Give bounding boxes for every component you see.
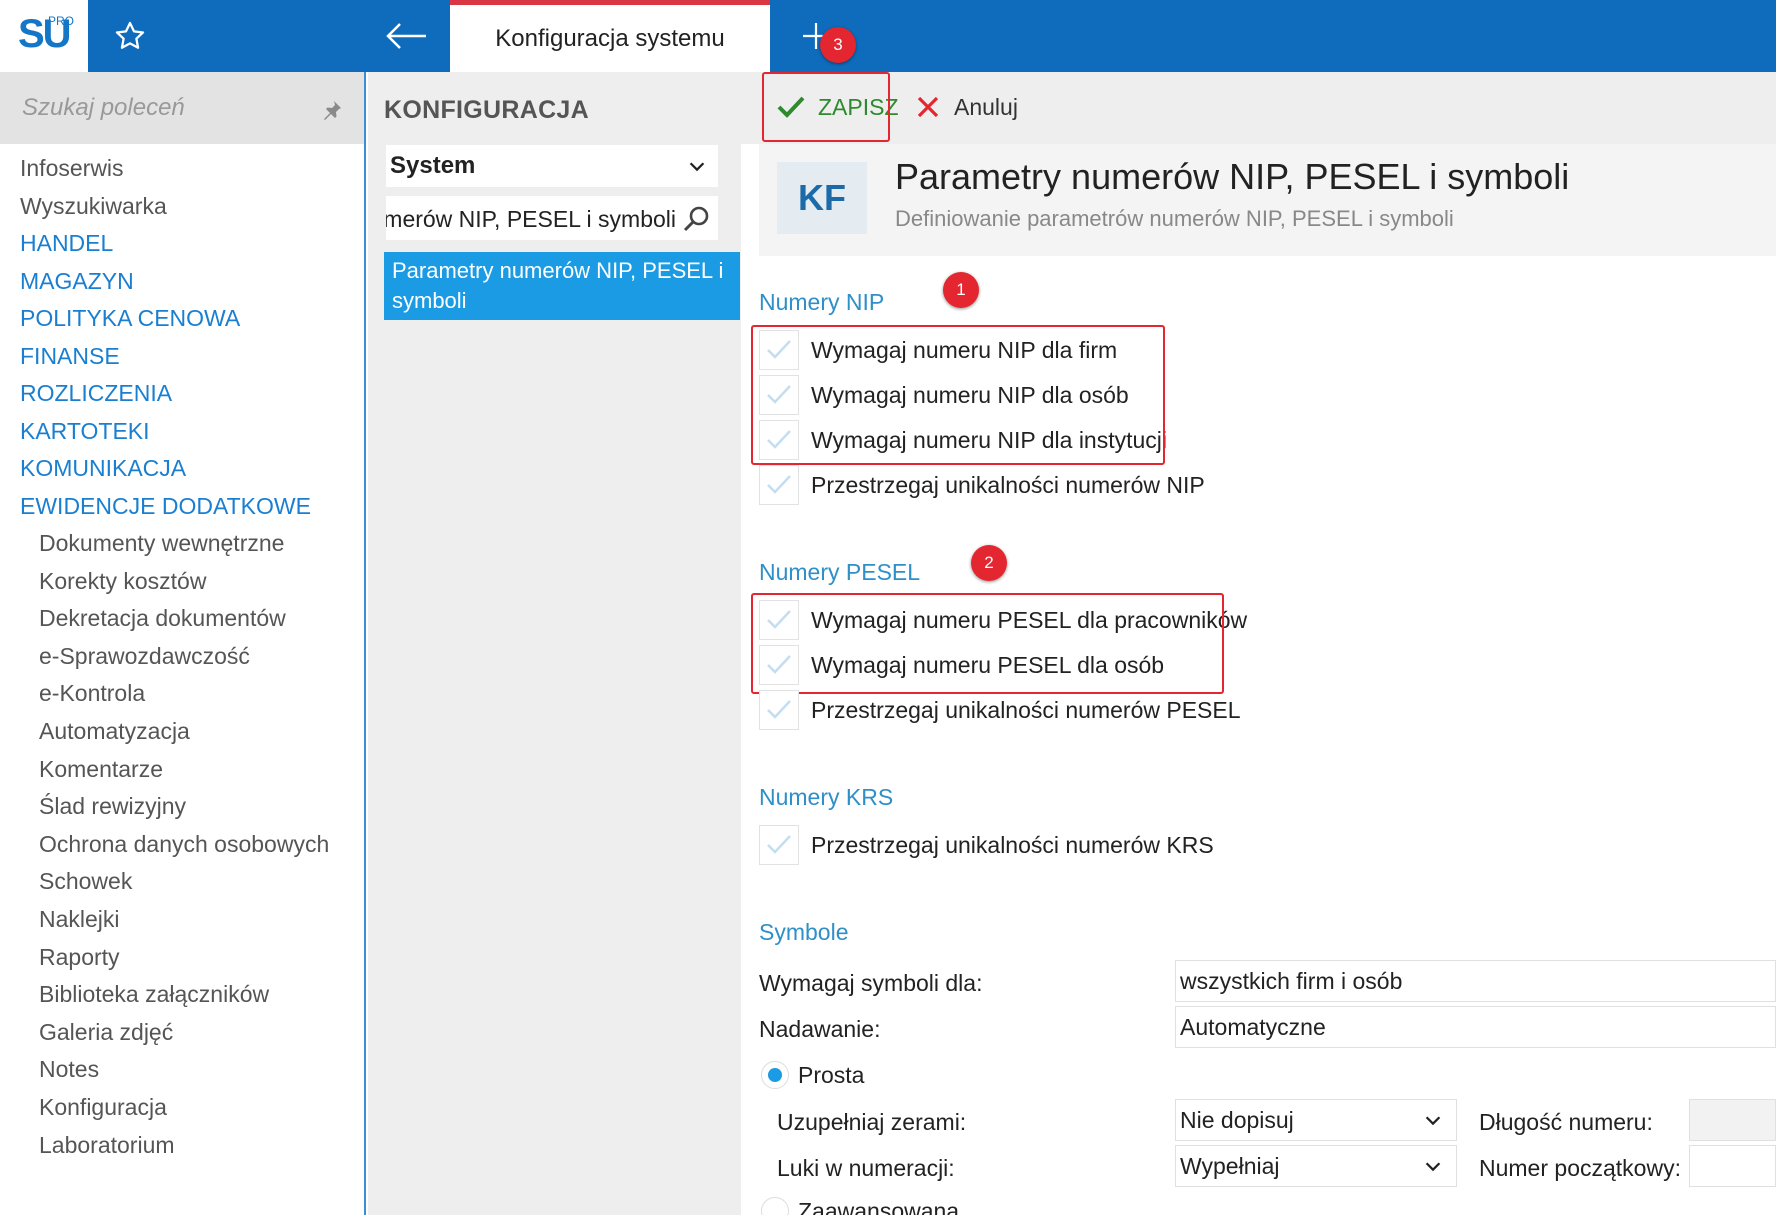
sidebar: Szukaj poleceń Infoserwis Wyszukiwarka H…: [0, 72, 366, 1215]
section-title-pesel: Numery PESEL: [759, 559, 921, 585]
highlight-pesel: [751, 593, 1224, 694]
sidebar-subitem[interactable]: Dekretacja dokumentów: [0, 600, 364, 638]
form-type-icon: KF: [777, 162, 867, 234]
favorites-button[interactable]: [108, 16, 152, 56]
start-number-input[interactable]: [1689, 1145, 1776, 1187]
category-select[interactable]: System: [386, 145, 718, 187]
x-icon: [917, 96, 939, 118]
sidebar-nav: Infoserwis Wyszukiwarka HANDEL MAGAZYN P…: [0, 150, 364, 1164]
checkbox-label: Przestrzegaj unikalności numerów PESEL: [811, 696, 1241, 723]
sidebar-subitem[interactable]: Raporty: [0, 939, 364, 977]
form-subtitle: Definiowanie parametrów numerów NIP, PES…: [895, 206, 1454, 231]
sidebar-module-ewidencje-dodatkowe[interactable]: EWIDENCJE DODATKOWE: [0, 488, 364, 526]
length-label: Długość numeru:: [1479, 1109, 1653, 1135]
zeros-value: Nie dopisuj: [1180, 1107, 1294, 1133]
checkbox-label: Przestrzegaj unikalności numerów NIP: [811, 471, 1205, 498]
config-panel: KONFIGURACJA System merów NIP, PESEL i s…: [368, 72, 741, 1215]
annotation-badge-1: 1: [943, 272, 979, 308]
checkbox-nip-unique[interactable]: Przestrzegaj unikalności numerów NIP: [759, 464, 1205, 506]
sidebar-subitem[interactable]: e-Sprawozdawczość: [0, 638, 364, 676]
sidebar-subitem[interactable]: Galeria zdjęć: [0, 1014, 364, 1052]
command-search-input[interactable]: Szukaj poleceń: [0, 72, 364, 144]
start-number-label: Numer początkowy:: [1479, 1155, 1681, 1181]
sidebar-subitem[interactable]: Ślad rewizyjny: [0, 788, 364, 826]
gaps-select[interactable]: Wypełniaj: [1175, 1145, 1457, 1187]
zeros-label: Uzupełniaj zerami:: [777, 1109, 967, 1135]
settings-form: KF Parametry numerów NIP, PESEL i symbol…: [741, 144, 1776, 1215]
assign-select[interactable]: Automatyczne: [1175, 1006, 1776, 1048]
section-title-symbole: Symbole: [759, 919, 849, 945]
sidebar-subitem[interactable]: Biblioteka załączników: [0, 976, 364, 1014]
search-placeholder: Szukaj poleceń: [22, 94, 185, 121]
sidebar-subitem[interactable]: Notes: [0, 1051, 364, 1089]
chevron-down-icon: [1425, 1162, 1441, 1172]
sidebar-subitem[interactable]: Automatyzacja: [0, 713, 364, 751]
checkbox-pesel-unique[interactable]: Przestrzegaj unikalności numerów PESEL: [759, 689, 1241, 731]
checkmark-icon: [767, 835, 791, 854]
form-title: Parametry numerów NIP, PESEL i symboli: [895, 156, 1570, 197]
logo-sup: PRO: [48, 14, 75, 28]
star-icon: [115, 21, 145, 49]
category-select-value: System: [390, 152, 476, 179]
highlight-save: [762, 72, 890, 142]
sidebar-subitem[interactable]: Konfiguracja: [0, 1089, 364, 1127]
assign-label: Nadawanie:: [759, 1016, 881, 1042]
sidebar-module-kartoteki[interactable]: KARTOTEKI: [0, 413, 364, 451]
sidebar-module-magazyn[interactable]: MAGAZYN: [0, 263, 364, 301]
sidebar-module-handel[interactable]: HANDEL: [0, 225, 364, 263]
highlight-nip: [751, 325, 1165, 465]
checkbox-krs-unique[interactable]: Przestrzegaj unikalności numerów KRS: [759, 824, 1214, 866]
require-symbols-select[interactable]: wszystkich firm i osób: [1175, 960, 1776, 1002]
toolbar: ZAPISZ Anuluj: [741, 72, 1776, 144]
sidebar-subitem[interactable]: Naklejki: [0, 901, 364, 939]
radio-simple-label: Prosta: [798, 1062, 865, 1088]
search-icon[interactable]: [682, 204, 712, 234]
back-arrow-icon: [386, 23, 426, 49]
sidebar-subitem[interactable]: Laboratorium: [0, 1127, 364, 1165]
cancel-button[interactable]: Anuluj: [916, 73, 1018, 141]
top-bar: SU PRO Konfiguracja systemu 3: [0, 0, 1776, 72]
sidebar-subitem[interactable]: Korekty kosztów: [0, 563, 364, 601]
sidebar-module-rozliczenia[interactable]: ROZLICZENIA: [0, 375, 364, 413]
length-input[interactable]: [1689, 1099, 1776, 1141]
radio-advanced[interactable]: [761, 1197, 789, 1215]
config-search-value: merów NIP, PESEL i symboli: [386, 206, 676, 232]
radio-simple[interactable]: [761, 1061, 789, 1089]
tab-label: Konfiguracja systemu: [495, 24, 725, 52]
gaps-value: Wypełniaj: [1180, 1153, 1280, 1179]
app-logo[interactable]: SU PRO: [0, 0, 88, 72]
require-symbols-label: Wymagaj symboli dla:: [759, 970, 983, 996]
sidebar-subitem[interactable]: Schowek: [0, 863, 364, 901]
sidebar-item-infoserwis[interactable]: Infoserwis: [0, 150, 364, 188]
gaps-label: Luki w numeracji:: [777, 1155, 955, 1181]
radio-advanced-label: Zaawansowana: [798, 1198, 960, 1215]
sidebar-subitem[interactable]: Ochrona danych osobowych: [0, 826, 364, 864]
annotation-badge-3: 3: [820, 27, 856, 63]
section-title-krs: Numery KRS: [759, 784, 894, 810]
annotation-badge-2: 2: [971, 545, 1007, 581]
config-search-input[interactable]: merów NIP, PESEL i symboli: [386, 196, 718, 240]
checkmark-icon: [767, 700, 791, 719]
back-button[interactable]: [380, 16, 432, 56]
section-title-nip: Numery NIP: [759, 289, 885, 315]
form-header: KF Parametry numerów NIP, PESEL i symbol…: [759, 144, 1776, 256]
sidebar-module-finanse[interactable]: FINANSE: [0, 338, 364, 376]
sidebar-item-wyszukiwarka[interactable]: Wyszukiwarka: [0, 188, 364, 226]
checkmark-icon: [767, 475, 791, 494]
sidebar-subitem[interactable]: Komentarze: [0, 751, 364, 789]
panel-title: KONFIGURACJA: [384, 96, 589, 124]
sidebar-subitem[interactable]: Dokumenty wewnętrzne: [0, 525, 364, 563]
tab-konfiguracja-systemu[interactable]: Konfiguracja systemu: [450, 0, 770, 72]
sidebar-subitem[interactable]: e-Kontrola: [0, 675, 364, 713]
chevron-down-icon: [1425, 1116, 1441, 1126]
sidebar-module-polityka-cenowa[interactable]: POLITYKA CENOWA: [0, 300, 364, 338]
pin-icon[interactable]: [320, 98, 344, 122]
chevron-down-icon: [689, 162, 705, 172]
zeros-select[interactable]: Nie dopisuj: [1175, 1099, 1457, 1141]
sidebar-module-komunikacja[interactable]: KOMUNIKACJA: [0, 450, 364, 488]
checkbox-label: Przestrzegaj unikalności numerów KRS: [811, 831, 1214, 858]
cancel-label: Anuluj: [954, 93, 1018, 120]
config-list-item-selected[interactable]: Parametry numerów NIP, PESEL i symboli: [384, 252, 740, 320]
